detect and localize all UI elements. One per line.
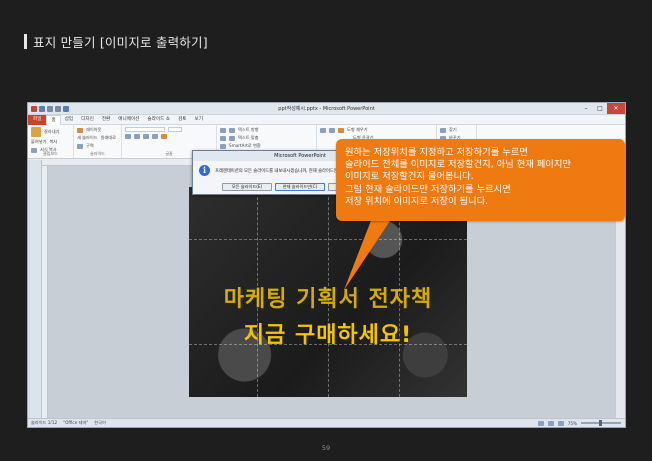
tab-review[interactable]: 검토 — [174, 115, 190, 125]
find-button[interactable]: 찾기 — [449, 127, 457, 133]
underline-icon[interactable] — [143, 134, 149, 139]
info-icon: i — [199, 165, 210, 176]
find-icon — [440, 127, 446, 133]
zoom-level[interactable]: 75% — [568, 421, 577, 426]
ribbon-group-clipboard: 잘라내기 붙여넣기 복사 서식 복사 클립보드 — [28, 125, 74, 158]
undo-icon[interactable] — [47, 105, 53, 112]
shadow-icon[interactable] — [152, 134, 158, 139]
ribbon-group-slides: 레이아웃 새 슬라이드 원래대로 구역 슬라이드 — [74, 125, 122, 158]
slide-sorter-icon[interactable] — [547, 420, 554, 426]
tab-animations[interactable]: 애니메이션 — [114, 115, 143, 125]
slide-headline-line2: 지금 구매하세요! — [243, 323, 413, 348]
guide-line — [189, 239, 467, 240]
tab-home[interactable]: 홈 — [46, 114, 61, 125]
status-right: 75% — [537, 420, 625, 426]
zoom-slider-thumb[interactable] — [599, 420, 602, 426]
callout-line: 이미지로 저장할건지 물어봅니다. — [345, 171, 474, 183]
copy-button[interactable]: 복사 — [49, 139, 57, 145]
current-slide-only-button[interactable]: 현재 슬라이드만(C) — [275, 183, 325, 191]
page-heading: 표지 만들기 [이미지로 출력하기] — [24, 33, 208, 50]
align-text-button[interactable]: 텍스트 맞춤 — [238, 135, 259, 141]
font-color-icon[interactable] — [161, 134, 167, 139]
section-button[interactable]: 구역 — [86, 143, 94, 149]
layout-button[interactable]: 레이아웃 — [86, 127, 101, 133]
new-slide-button[interactable]: 새 슬라이드 — [77, 135, 98, 141]
cut-button[interactable]: 잘라내기 — [44, 129, 59, 135]
minimize-button[interactable]: – — [579, 103, 593, 114]
bold-icon[interactable] — [125, 134, 131, 139]
heading-accent-bar — [24, 33, 27, 49]
align-center-icon[interactable] — [229, 135, 235, 141]
font-name-select[interactable] — [125, 127, 165, 132]
dialog-title: Microsoft PowerPoint — [274, 153, 326, 159]
italic-icon[interactable] — [134, 134, 140, 139]
zoom-slider[interactable] — [581, 420, 621, 426]
thumbnail-pane[interactable] — [28, 160, 42, 418]
slideshow-icon[interactable] — [63, 105, 69, 112]
page-number: 59 — [321, 444, 331, 452]
status-bar: 슬라이드 1/12 "Office 테마" 한국어 75% — [28, 418, 625, 427]
slide-count: 슬라이드 1/12 — [31, 420, 58, 425]
shapes-icon[interactable] — [320, 127, 326, 133]
normal-view-icon[interactable] — [537, 420, 544, 426]
redo-icon[interactable] — [55, 105, 61, 112]
paste-icon[interactable] — [31, 127, 41, 137]
align-left-icon[interactable] — [220, 135, 226, 141]
group-label-clipboard: 클립보드 — [43, 151, 58, 156]
bullets-icon[interactable] — [220, 127, 226, 133]
all-slides-button[interactable]: 모든 슬라이드(E) — [222, 183, 272, 191]
callout-line: 저장 위치에 이미지로 저장이 됩니다. — [345, 195, 489, 207]
page-title: 표지 만들기 [이미지로 출력하기] — [33, 34, 208, 50]
text-direction-button[interactable]: 텍스트 방향 — [238, 127, 259, 133]
language-indicator[interactable]: 한국어 — [94, 420, 106, 426]
callout-line: 슬라이드 전체를 이미지로 저장할건지, 아님 현재 페이지만 — [345, 159, 571, 171]
tab-transitions[interactable]: 전환 — [98, 115, 114, 125]
group-label-slides: 슬라이드 — [90, 151, 105, 156]
save-icon[interactable] — [39, 105, 45, 112]
tab-insert[interactable]: 삽입 — [61, 115, 77, 125]
close-button[interactable]: ✕ — [607, 103, 625, 114]
callout-line: 원하는 저장위치를 지정하고 저장하기를 누르면 — [345, 147, 528, 158]
vertical-ruler — [42, 166, 48, 418]
smartart-button[interactable]: SmartArt로 변환 — [229, 143, 261, 149]
numbering-icon[interactable] — [229, 127, 235, 133]
window-controls: – □ ✕ — [579, 103, 625, 114]
quick-access-toolbar — [28, 105, 69, 112]
tab-design[interactable]: 디자인 — [77, 115, 98, 125]
powerpoint-logo-icon — [31, 105, 37, 112]
new-slide-icon[interactable] — [77, 127, 83, 133]
justify-icon[interactable] — [220, 143, 226, 149]
shape-fill-button[interactable]: 도형 채우기 — [347, 127, 368, 133]
callout-line: 그럼 현재 슬라이드만 저장하기를 누르시면 — [345, 183, 511, 195]
explanation-callout: 원하는 저장위치를 지정하고 저장하기를 누르면 슬라이드 전체를 이미지로 저… — [336, 139, 625, 221]
reading-view-icon[interactable] — [557, 420, 564, 426]
paste-button[interactable]: 붙여넣기 — [31, 139, 46, 145]
arrange-icon[interactable] — [329, 127, 335, 133]
tab-view[interactable]: 보기 — [190, 115, 206, 125]
slide-headline-line1: 마케팅 기획서 전자책 — [223, 287, 433, 312]
window-title: ppt작성예시.pptx - Microsoft PowerPoint — [278, 106, 375, 112]
font-size-select[interactable] — [168, 127, 182, 132]
tab-slideshow[interactable]: 슬라이드 쇼 — [143, 115, 174, 125]
section-icon — [77, 143, 83, 149]
ribbon-tabs: 파일 홈 삽입 디자인 전환 애니메이션 슬라이드 쇼 검토 보기 — [28, 114, 625, 125]
quick-styles-icon[interactable] — [338, 127, 344, 133]
reset-button[interactable]: 원래대로 — [101, 135, 116, 141]
maximize-button[interactable]: □ — [593, 103, 607, 114]
window-titlebar: ppt작성예시.pptx - Microsoft PowerPoint – □ … — [28, 103, 625, 115]
tab-file[interactable]: 파일 — [28, 114, 47, 125]
theme-name: "Office 테마" — [63, 420, 89, 425]
